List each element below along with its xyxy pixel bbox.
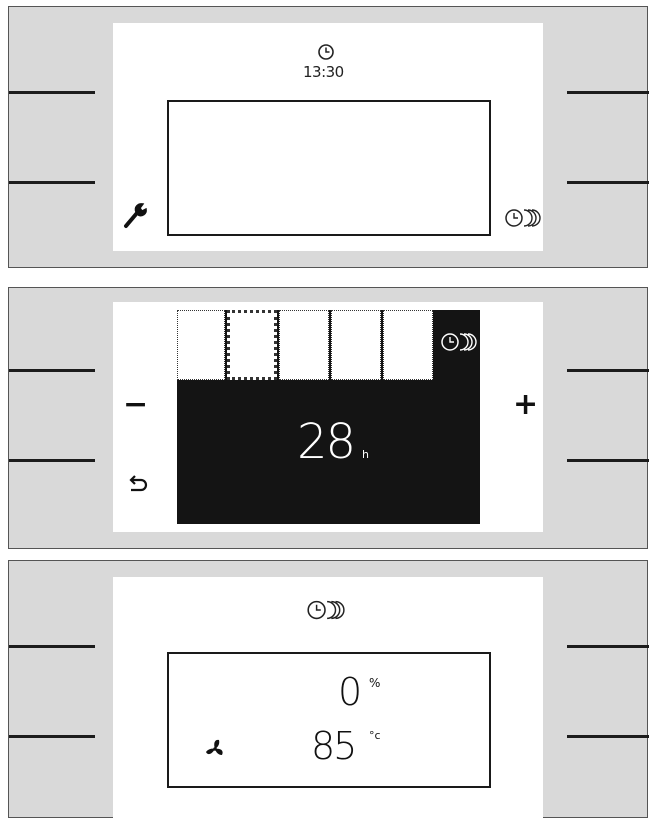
program-cycle-icon[interactable] <box>304 599 346 621</box>
panel-status-screen: 0 % 85 °c <box>8 560 649 819</box>
content-window <box>167 100 491 236</box>
program-cycle-icon <box>441 333 477 351</box>
slot-3 <box>279 310 329 380</box>
softkey-left-top[interactable] <box>9 91 95 94</box>
slot-1 <box>177 310 225 380</box>
display-screen: 28 h − + <box>113 302 543 532</box>
softkey-left-bottom[interactable] <box>9 181 95 184</box>
display-screen: 13:30 <box>113 23 543 251</box>
softkey-left-bottom[interactable] <box>9 735 95 738</box>
softkey-right-top[interactable] <box>567 369 649 372</box>
program-cycle-icon[interactable] <box>502 208 542 228</box>
slot-2 <box>227 310 277 380</box>
plus-button[interactable]: + <box>513 390 538 420</box>
softkey-left-bottom[interactable] <box>9 459 95 462</box>
slot-4 <box>331 310 381 380</box>
softkey-right-top[interactable] <box>567 645 649 648</box>
minus-button[interactable]: − <box>123 390 148 420</box>
softkey-right-bottom[interactable] <box>567 459 649 462</box>
percent-value: 0 <box>338 670 362 714</box>
softkey-left-top[interactable] <box>9 645 95 648</box>
slot-5 <box>383 310 433 380</box>
softkey-right-top[interactable] <box>567 91 649 94</box>
clock-icon <box>318 44 334 60</box>
temperature-unit: °c <box>369 729 381 742</box>
percent-unit: % <box>369 676 381 690</box>
panel-time-setting-screen: 28 h − + <box>8 287 649 549</box>
time-unit: h <box>362 448 369 461</box>
softkey-left-top[interactable] <box>9 369 95 372</box>
time-value: 28 <box>297 414 356 470</box>
back-arrow-icon[interactable] <box>127 473 149 495</box>
clock-time: 13:30 <box>303 63 344 81</box>
fan-icon <box>206 739 223 755</box>
panel-main-screen: 13:30 <box>8 6 649 268</box>
temperature-value: 85 <box>311 724 357 768</box>
softkey-right-bottom[interactable] <box>567 735 649 738</box>
wrench-icon[interactable] <box>123 201 149 229</box>
softkey-right-bottom[interactable] <box>567 181 649 184</box>
display-screen: 0 % 85 °c <box>113 577 543 819</box>
